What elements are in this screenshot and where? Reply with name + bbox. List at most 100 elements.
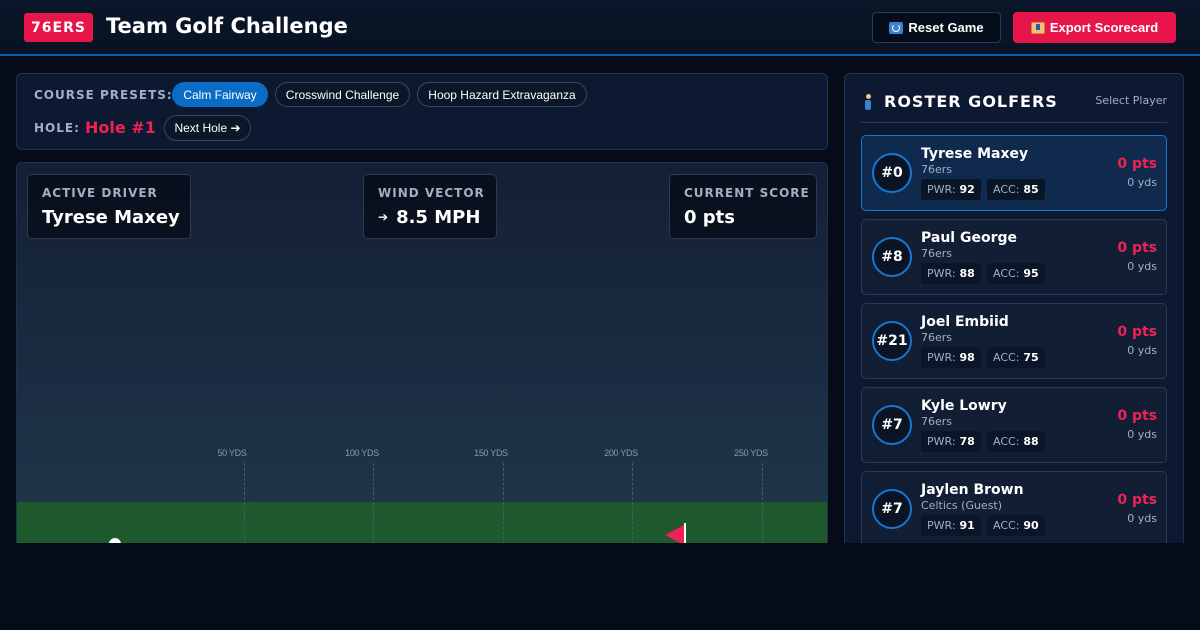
yard-marker-250: 250 YDS [734,448,768,458]
hole-flag-icon [665,525,684,543]
yard-marker-50: 50 YDS [217,448,247,458]
export-scorecard-button[interactable]: Export Scorecard [1013,12,1176,43]
yard-line-200 [632,463,633,543]
current-score-value: 0 pts [684,207,735,228]
course-presets-panel: COURSE PRESETS: Calm Fairway Crosswind C… [16,73,828,150]
player-yards: 0 yds [1127,176,1157,189]
accuracy-value: 85 [1023,183,1039,196]
active-driver-hud: ACTIVE DRIVER Tyrese Maxey [27,174,191,239]
accuracy-label: ACC: [993,267,1020,280]
accuracy-value: 95 [1023,267,1039,280]
power-value: 92 [959,183,975,196]
power-value: 91 [959,519,975,532]
preset-calm-fairway[interactable]: Calm Fairway [172,82,268,107]
player-name: Paul George [921,230,1017,246]
player-team: 76ers [921,163,953,176]
player-yards: 0 yds [1127,428,1157,441]
next-hole-button[interactable]: Next Hole ➔ [164,115,251,141]
power-label: PWR: [927,519,956,532]
player-team: 76ers [921,415,953,428]
jersey-number-badge: #0 [872,153,912,193]
accuracy-stat: ACC: 75 [987,347,1045,368]
inbox-tray-icon [1030,21,1045,34]
power-stat: PWR: 92 [921,179,981,200]
power-value: 78 [959,435,975,448]
golfer-icon [862,93,876,110]
accuracy-value: 75 [1023,351,1039,364]
yard-marker-150: 150 YDS [474,448,508,458]
player-name: Kyle Lowry [921,398,1007,414]
power-label: PWR: [927,351,956,364]
wind-vector-readout: ➔ 8.5 MPH [378,207,480,228]
accuracy-stat: ACC: 88 [987,431,1045,452]
accuracy-label: ACC: [993,435,1020,448]
accuracy-stat: ACC: 85 [987,179,1045,200]
hole-number: Hole #1 [85,118,156,137]
course-presets-label: COURSE PRESETS: [34,88,173,102]
wind-speed-value: 8.5 MPH [396,207,481,228]
jersey-number-badge: #7 [872,405,912,445]
player-card-jaylen-brown[interactable]: #7 Jaylen Brown Celtics (Guest) PWR: 91 A… [861,471,1167,543]
jersey-number-badge: #21 [872,321,912,361]
player-name: Tyrese Maxey [921,146,1029,162]
yard-line-50 [244,463,245,543]
player-card-paul-george[interactable]: #8 Paul George 76ers PWR: 88 ACC: 95 0 pts… [861,219,1167,295]
hole-label: HOLE: [34,121,80,135]
roster-title-text: ROSTER GOLFERS [884,92,1058,111]
power-label: PWR: [927,183,956,196]
power-stat: PWR: 91 [921,515,981,536]
player-card-kyle-lowry[interactable]: #7 Kyle Lowry 76ers PWR: 78 ACC: 88 0 pts … [861,387,1167,463]
player-team: Celtics (Guest) [921,499,1003,512]
accuracy-stat: ACC: 90 [987,515,1045,536]
player-points: 0 pts [1117,408,1157,424]
player-name: Joel Embiid [921,314,1009,330]
yard-marker-200: 200 YDS [604,448,638,458]
roster-title: ROSTER GOLFERS [862,92,1058,111]
power-value: 88 [959,267,975,280]
player-points: 0 pts [1117,324,1157,340]
player-yards: 0 yds [1127,344,1157,357]
current-score-hud: CURRENT SCORE 0 pts [669,174,817,239]
yard-line-150 [503,463,504,543]
team-logo: 76ERS [24,13,93,42]
reset-game-label: Reset Game [908,20,984,35]
player-team: 76ers [921,331,953,344]
jersey-number-badge: #7 [872,489,912,529]
player-points: 0 pts [1117,240,1157,256]
player-yards: 0 yds [1127,260,1157,273]
player-team: 76ers [921,247,953,260]
active-driver-label: ACTIVE DRIVER [42,186,158,200]
yard-line-100 [373,463,374,543]
accuracy-value: 88 [1023,435,1039,448]
power-value: 98 [959,351,975,364]
golf-course-canvas[interactable]: ACTIVE DRIVER Tyrese Maxey WIND VECTOR ➔… [16,162,828,543]
flag-pole [684,523,686,543]
preset-hoop-hazard-extravaganza[interactable]: Hoop Hazard Extravaganza [417,82,587,107]
current-score-label: CURRENT SCORE [684,186,810,200]
page-title: Team Golf Challenge [106,14,348,38]
app-header: 76ERS Team Golf Challenge Reset Game Exp… [0,0,1200,56]
accuracy-value: 90 [1023,519,1039,532]
player-points: 0 pts [1117,156,1157,172]
reset-game-button[interactable]: Reset Game [872,12,1001,43]
active-driver-value: Tyrese Maxey [42,207,180,228]
accuracy-stat: ACC: 95 [987,263,1045,284]
preset-crosswind-challenge[interactable]: Crosswind Challenge [275,82,410,107]
player-card-joel-embiid[interactable]: #21 Joel Embiid 76ers PWR: 98 ACC: 75 0 pt… [861,303,1167,379]
wind-arrow-icon: ➔ [378,210,389,224]
roster-divider [861,122,1167,123]
player-points: 0 pts [1117,492,1157,508]
fairway-grass [17,502,827,543]
golf-ball[interactable] [109,538,121,543]
jersey-number-badge: #8 [872,237,912,277]
power-stat: PWR: 78 [921,431,981,452]
player-name: Jaylen Brown [921,482,1024,498]
yard-line-250 [762,463,763,543]
reset-icon [889,21,904,34]
export-scorecard-label: Export Scorecard [1049,20,1159,35]
accuracy-label: ACC: [993,519,1020,532]
wind-vector-hud: WIND VECTOR ➔ 8.5 MPH [363,174,497,239]
accuracy-label: ACC: [993,351,1020,364]
player-card-tyrese-maxey[interactable]: #0 Tyrese Maxey 76ers PWR: 92 ACC: 85 0 pt… [861,135,1167,211]
player-yards: 0 yds [1127,512,1157,525]
